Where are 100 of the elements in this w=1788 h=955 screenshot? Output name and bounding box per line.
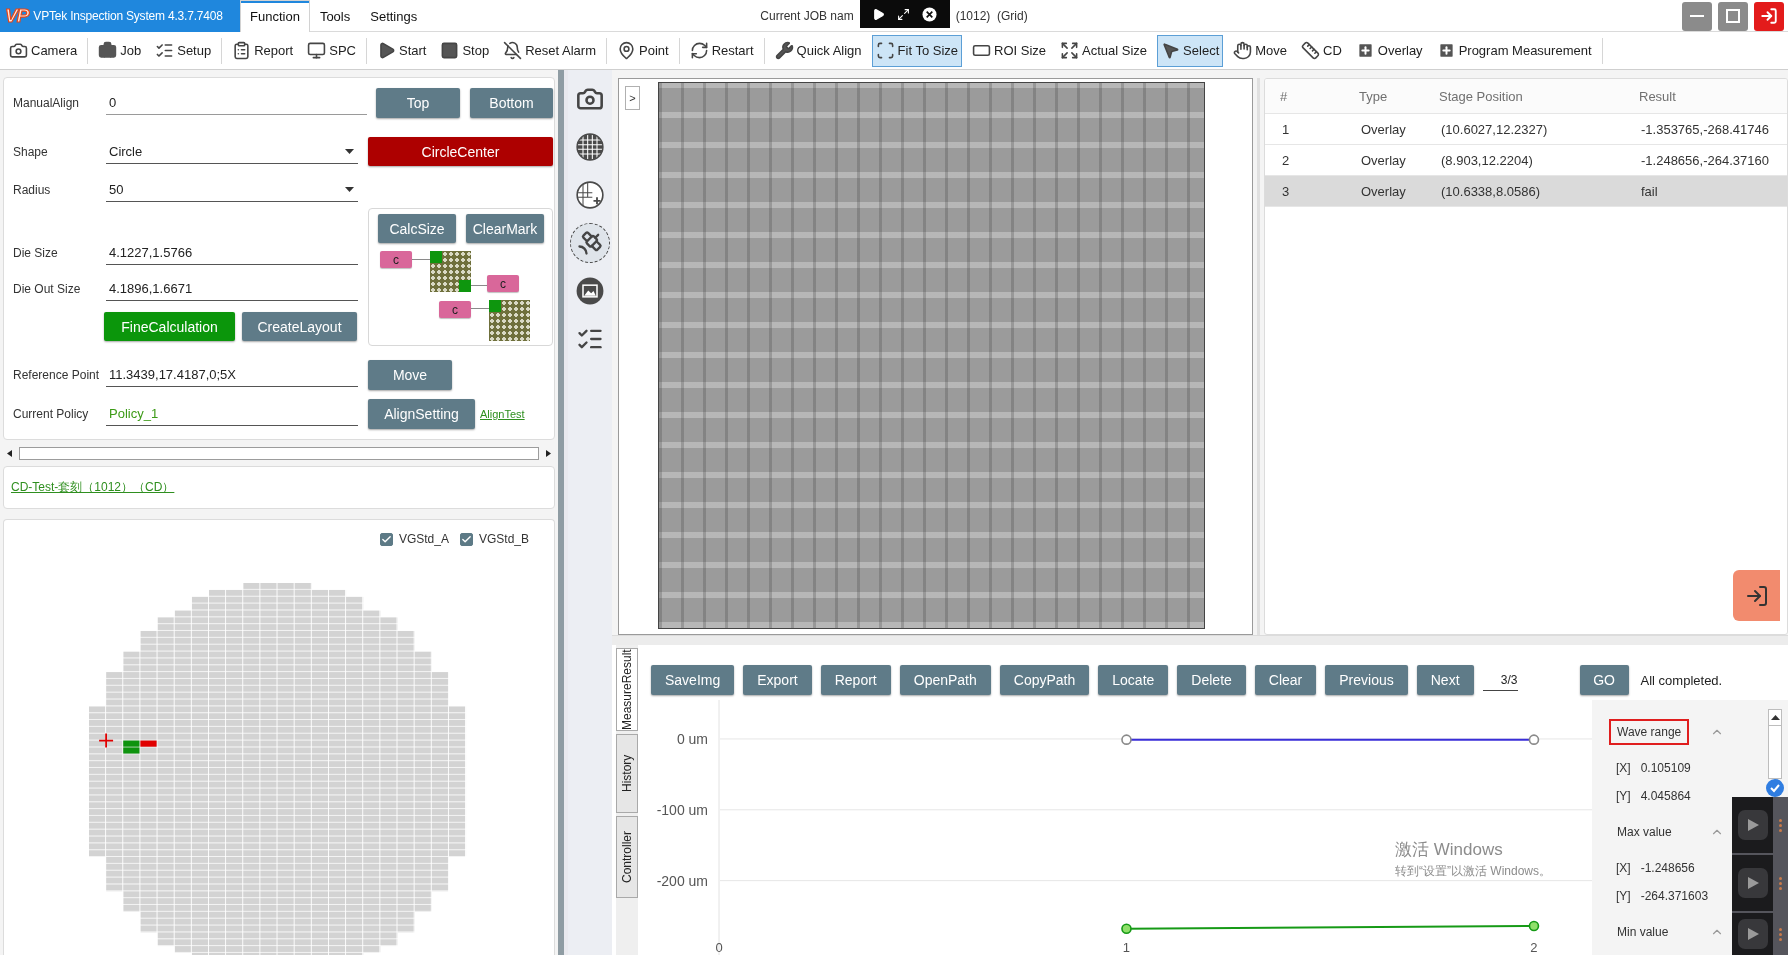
text-field[interactable]: 0: [106, 91, 367, 115]
action-button[interactable]: Locate: [1098, 665, 1169, 695]
table-row[interactable]: 3 Overlay (10.6338,8.0586) fail: [1265, 176, 1787, 207]
maximize-button[interactable]: [1718, 1, 1748, 31]
section-title[interactable]: Wave range: [1609, 719, 1690, 745]
text-field[interactable]: 11.3439,17.4187,0;5X: [106, 363, 358, 387]
play-icon[interactable]: [871, 7, 885, 21]
page-field[interactable]: 3/3: [1482, 669, 1518, 691]
action-button[interactable]: Export: [743, 665, 812, 695]
fine-calculation-button[interactable]: FineCalculation: [104, 312, 235, 341]
check-icon: [380, 533, 392, 545]
section-title[interactable]: Max value: [1609, 819, 1680, 845]
toolbar-button[interactable]: Quick Align: [770, 34, 866, 67]
action-button[interactable]: OpenPath: [899, 665, 991, 695]
text-field[interactable]: 4.1227,1.5766: [106, 241, 358, 265]
action-button[interactable]: Clear: [1254, 665, 1317, 695]
log-in-icon: [1760, 7, 1778, 25]
toolbar-button[interactable]: Actual Size: [1056, 34, 1152, 67]
wrench-icon: [774, 41, 794, 60]
toolbar-button[interactable]: Start: [372, 34, 431, 67]
action-button[interactable]: Previous: [1325, 665, 1408, 695]
clear-mark-button[interactable]: ClearMark: [466, 214, 544, 243]
expand-button[interactable]: >: [625, 86, 640, 110]
camera-icon: [576, 85, 604, 113]
expand-icon[interactable]: [897, 7, 911, 21]
maximize-icon: [1726, 9, 1740, 23]
action-button[interactable]: Delete: [1177, 665, 1246, 695]
dock-button[interactable]: [1732, 797, 1773, 853]
toolbar-button[interactable]: Reset Alarm: [499, 34, 600, 67]
bottom-button[interactable]: Bottom: [470, 88, 553, 118]
drag-handle-icon[interactable]: [1779, 818, 1782, 832]
log-in-icon: [1744, 583, 1769, 608]
job-link[interactable]: CD-Test-套刻（1012）（CD）: [11, 479, 175, 496]
camera-icon: [9, 41, 28, 60]
expand-icon: [1060, 41, 1080, 60]
dropdown-field[interactable]: Circle: [106, 139, 358, 164]
vertical-scrollbar[interactable]: [1768, 709, 1782, 779]
create-layout-button[interactable]: CreateLayout: [242, 312, 357, 341]
move-button[interactable]: Move: [368, 360, 452, 390]
text-field[interactable]: 4.1896,1.6671: [106, 277, 358, 301]
toolbar-button[interactable]: SPC: [303, 34, 360, 67]
toolbar-button[interactable]: Program Measurement: [1432, 34, 1596, 67]
align-setting-button[interactable]: AlignSetting: [368, 399, 475, 429]
close-icon[interactable]: [922, 6, 938, 22]
align-test-link[interactable]: AlignTest: [480, 408, 525, 420]
toolbar-button[interactable]: Overlay: [1351, 34, 1427, 67]
exit-button[interactable]: [1754, 1, 1784, 31]
table-cell-text: 2: [1281, 152, 1291, 168]
data-point: [1121, 734, 1132, 745]
drag-handle-icon[interactable]: [1779, 927, 1782, 941]
go-button[interactable]: GO: [1579, 665, 1629, 695]
check-badge-icon[interactable]: [1766, 779, 1784, 797]
toolbar-button[interactable]: Report: [228, 34, 298, 67]
menu-tab[interactable]: Function: [240, 0, 310, 32]
menu-tab[interactable]: Settings: [360, 0, 428, 32]
toolbar-button[interactable]: Job: [94, 34, 146, 67]
top-button[interactable]: Top: [376, 88, 460, 118]
toolbar-button[interactable]: Point: [613, 34, 673, 67]
vertical-tab[interactable]: Controller: [616, 816, 638, 898]
failed-die: [140, 740, 157, 747]
text-field[interactable]: Policy_1: [106, 402, 358, 426]
connector-line: [412, 259, 430, 260]
toolbar-button[interactable]: Move: [1229, 34, 1292, 67]
toolbar-button[interactable]: Fit To Size: [871, 34, 963, 67]
toolbar-button[interactable]: Setup: [151, 34, 216, 67]
action-button[interactable]: SaveImg: [651, 665, 735, 695]
sidebar-button[interactable]: [570, 223, 610, 263]
action-button[interactable]: Next: [1416, 665, 1474, 695]
corner-marker: [459, 280, 471, 292]
toolbar-button[interactable]: Restart: [685, 34, 758, 67]
minimize-button[interactable]: [1682, 1, 1712, 31]
menu-tab[interactable]: Tools: [309, 0, 361, 32]
checkbox-label[interactable]: VGStd_A: [398, 532, 449, 546]
drag-handle-icon[interactable]: [1779, 876, 1782, 890]
toolbar-button[interactable]: CD: [1297, 34, 1346, 67]
field-label: Current Policy: [13, 407, 90, 421]
action-button[interactable]: Report: [820, 665, 891, 695]
checkbox-label[interactable]: VGStd_B: [478, 532, 529, 546]
toolbar-button[interactable]: Select: [1157, 34, 1224, 67]
activation-watermark: 激活 Windows: [1395, 839, 1504, 861]
dropdown-field[interactable]: 50: [106, 178, 358, 202]
section-title[interactable]: Min value: [1609, 919, 1677, 945]
calc-size-button[interactable]: CalcSize: [378, 214, 456, 243]
floating-button[interactable]: [1733, 570, 1780, 621]
clipboard-icon: [232, 41, 252, 60]
dock-button[interactable]: [1732, 855, 1773, 911]
axis-label: [X]: [1616, 761, 1631, 775]
column-header: #: [1280, 88, 1289, 104]
vertical-tab[interactable]: MeasureResult: [616, 648, 638, 731]
axis-label: [Y]: [1616, 789, 1631, 803]
action-button[interactable]: CopyPath: [999, 665, 1090, 695]
toolbar-button[interactable]: Camera: [5, 34, 82, 67]
checkbox[interactable]: [379, 532, 393, 546]
dock-button[interactable]: [1732, 913, 1773, 955]
checkbox[interactable]: [459, 532, 473, 546]
circle-center-button[interactable]: CircleCenter: [368, 137, 553, 166]
check-icon: [460, 533, 472, 545]
toolbar-button[interactable]: Stop: [436, 34, 494, 67]
toolbar-button[interactable]: ROI Size: [968, 34, 1051, 67]
vertical-tab[interactable]: History: [616, 734, 638, 813]
